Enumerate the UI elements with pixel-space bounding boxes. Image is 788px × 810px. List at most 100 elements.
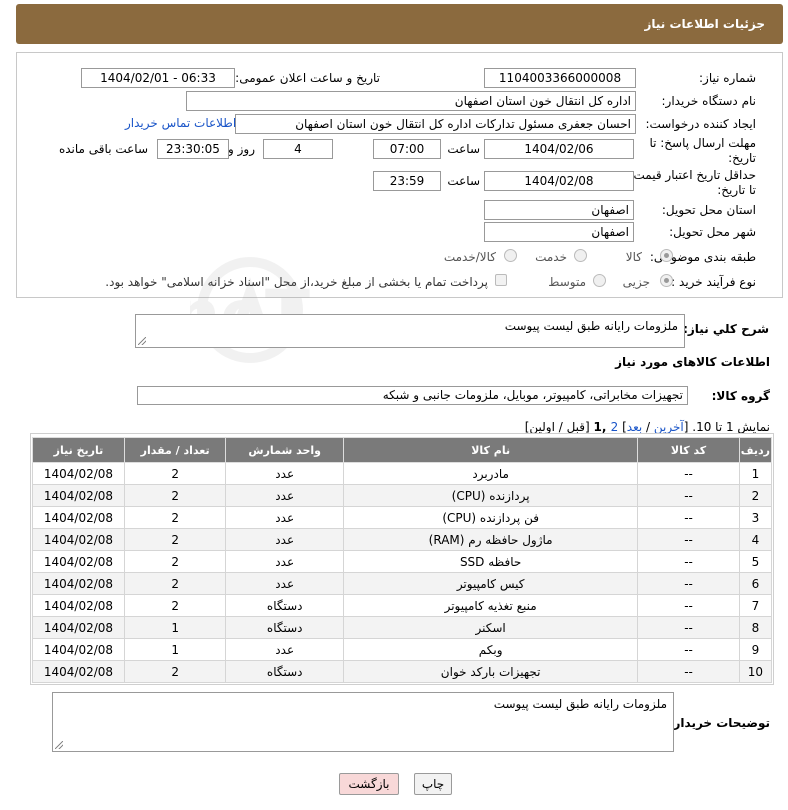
pagination-next-link[interactable]: بعد — [627, 420, 642, 434]
remaining-time-field: 23:30:05 — [157, 139, 229, 159]
payment-note: پرداخت تمام یا بخشی از مبلغ خرید،از محل … — [105, 275, 488, 289]
announce-label: تاریخ و ساعت اعلان عمومی: — [235, 71, 380, 85]
summary-textarea[interactable]: ملزومات رایانه طبق لیست پیوست — [135, 314, 685, 348]
need-info-panel: شماره نیاز: 1104003366000008 تاریخ و ساع… — [16, 52, 783, 298]
cell-code: -- — [637, 462, 740, 485]
cell-date: 1404/02/08 — [32, 572, 125, 595]
page-header: جزئیات اطلاعات نیاز — [16, 4, 783, 44]
cell-name: وبکم — [342, 638, 639, 661]
price-date-field: 1404/02/08 — [484, 171, 634, 191]
cell-code: -- — [637, 638, 740, 661]
cell-unit: دستگاه — [225, 616, 344, 639]
process-radio-minor[interactable] — [660, 274, 673, 287]
goods-section-title: اطلاعات کالاهای مورد نیاز — [615, 355, 770, 369]
process-option-medium: متوسط — [548, 275, 586, 289]
resize-grip-icon[interactable] — [138, 337, 146, 345]
category-radio-service[interactable] — [574, 249, 587, 262]
treasury-checkbox[interactable] — [495, 274, 507, 286]
cell-row-no: 8 — [738, 616, 773, 639]
cell-code: -- — [637, 506, 740, 529]
cell-name: ماژول حافظه رم (RAM) — [342, 528, 639, 551]
category-radio-goods[interactable] — [660, 249, 673, 262]
cell-code: -- — [637, 660, 740, 683]
cell-date: 1404/02/08 — [32, 506, 125, 529]
table-row: 7 -- منبع تغذیه کامپیوتر دستگاه 2 1404/02/08 — [32, 594, 773, 617]
reply-time-field: 07:00 — [373, 139, 441, 159]
page-title: جزئیات اطلاعات نیاز — [644, 17, 765, 31]
cell-qty: 2 — [123, 528, 227, 551]
cell-date: 1404/02/08 — [32, 550, 125, 573]
resize-grip-icon[interactable] — [55, 741, 63, 749]
cell-unit: عدد — [225, 638, 344, 661]
cell-unit: عدد — [225, 462, 344, 485]
goods-group-label: گروه کالا: — [711, 389, 770, 403]
cell-row-no: 9 — [738, 638, 773, 661]
buyer-notes-text: ملزومات رایانه طبق لیست پیوست — [493, 697, 667, 711]
cell-unit: عدد — [225, 484, 344, 507]
cell-qty: 2 — [123, 572, 227, 595]
buyer-notes-label: توضیحات خریدار: — [668, 716, 770, 730]
table-row: 9 -- وبکم عدد 1 1404/02/08 — [32, 638, 773, 661]
pagination-sep-2: ] — [618, 420, 627, 434]
reply-deadline-label-2: تاریخ: — [728, 151, 756, 165]
cell-code: -- — [637, 484, 740, 507]
table-header-row: ردیف کد کالا نام کالا واحد شمارش تعداد /… — [32, 437, 773, 463]
province-label: استان محل تحویل: — [661, 203, 756, 217]
table-row: 8 -- اسکنر دستگاه 1 1404/02/08 — [32, 616, 773, 639]
cell-date: 1404/02/08 — [32, 528, 125, 551]
province-field: اصفهان — [484, 200, 634, 220]
table-row: 2 -- پردازنده (CPU) عدد 2 1404/02/08 — [32, 484, 773, 507]
days-label: روز و — [228, 142, 255, 156]
price-time-field: 23:59 — [373, 171, 441, 191]
category-radio-goods-service[interactable] — [504, 249, 517, 262]
buyer-notes-textarea[interactable]: ملزومات رایانه طبق لیست پیوست — [52, 692, 674, 752]
cell-date: 1404/02/08 — [32, 484, 125, 507]
buyer-contact-link[interactable]: اطلاعات تماس خریدار — [125, 116, 236, 130]
col-header-date: تاریخ نیاز — [32, 437, 125, 463]
cell-date: 1404/02/08 — [32, 462, 125, 485]
cell-qty: 2 — [123, 594, 227, 617]
category-option-goods-service: کالا/خدمت — [443, 250, 496, 264]
back-button[interactable]: بازگشت — [339, 773, 399, 795]
print-button[interactable]: چاپ — [414, 773, 452, 795]
cell-name: اسکنر — [342, 616, 639, 639]
cell-qty: 2 — [123, 484, 227, 507]
days-remaining-field: 4 — [263, 139, 333, 159]
cell-code: -- — [637, 528, 740, 551]
cell-unit: عدد — [225, 572, 344, 595]
price-validity-label: حداقل تاریخ اعتبار قیمت: — [629, 168, 756, 182]
need-number-field: 1104003366000008 — [484, 68, 636, 88]
cell-row-no: 3 — [738, 506, 773, 529]
col-header-name: نام کالا — [342, 437, 639, 463]
summary-label: شرح کلي نیاز: — [683, 322, 769, 336]
cell-date: 1404/02/08 — [32, 660, 125, 683]
pagination-last-link[interactable]: آخرین — [654, 420, 684, 434]
cell-code: -- — [637, 594, 740, 617]
city-label: شهر محل تحویل: — [669, 225, 756, 239]
category-option-goods: کالا — [625, 250, 642, 264]
col-header-unit: واحد شمارش — [225, 437, 344, 463]
cell-name: پردازنده (CPU) — [342, 484, 639, 507]
cell-qty: 2 — [123, 506, 227, 529]
cell-row-no: 7 — [738, 594, 773, 617]
goods-group-field: تجهیزات مخابراتی، کامپیوتر، موبایل، ملزو… — [137, 386, 688, 405]
pagination: نمایش 1 تا 10. [آخرین / بعد] 2 ,1 [قبل /… — [525, 420, 770, 434]
cell-qty: 2 — [123, 660, 227, 683]
table-row: 10 -- تجهیزات بارکد خوان دستگاه 2 1404/02/08 — [32, 660, 773, 683]
cell-name: مادربرد — [342, 462, 639, 485]
cell-qty: 2 — [123, 550, 227, 573]
creator-label: ایجاد کننده درخواست: — [645, 117, 756, 131]
pagination-page-1: ,1 — [593, 420, 611, 434]
cell-qty: 1 — [123, 616, 227, 639]
table-row: 3 -- فن پردازنده (CPU) عدد 2 1404/02/08 — [32, 506, 773, 529]
cell-row-no: 6 — [738, 572, 773, 595]
summary-text: ملزومات رایانه طبق لیست پیوست — [504, 319, 678, 333]
cell-unit: دستگاه — [225, 594, 344, 617]
cell-name: فن پردازنده (CPU) — [342, 506, 639, 529]
cell-unit: دستگاه — [225, 660, 344, 683]
process-radio-medium[interactable] — [593, 274, 606, 287]
city-field: اصفهان — [484, 222, 634, 242]
cell-unit: عدد — [225, 528, 344, 551]
cell-row-no: 1 — [738, 462, 773, 485]
process-option-minor: جزیی — [622, 275, 650, 289]
